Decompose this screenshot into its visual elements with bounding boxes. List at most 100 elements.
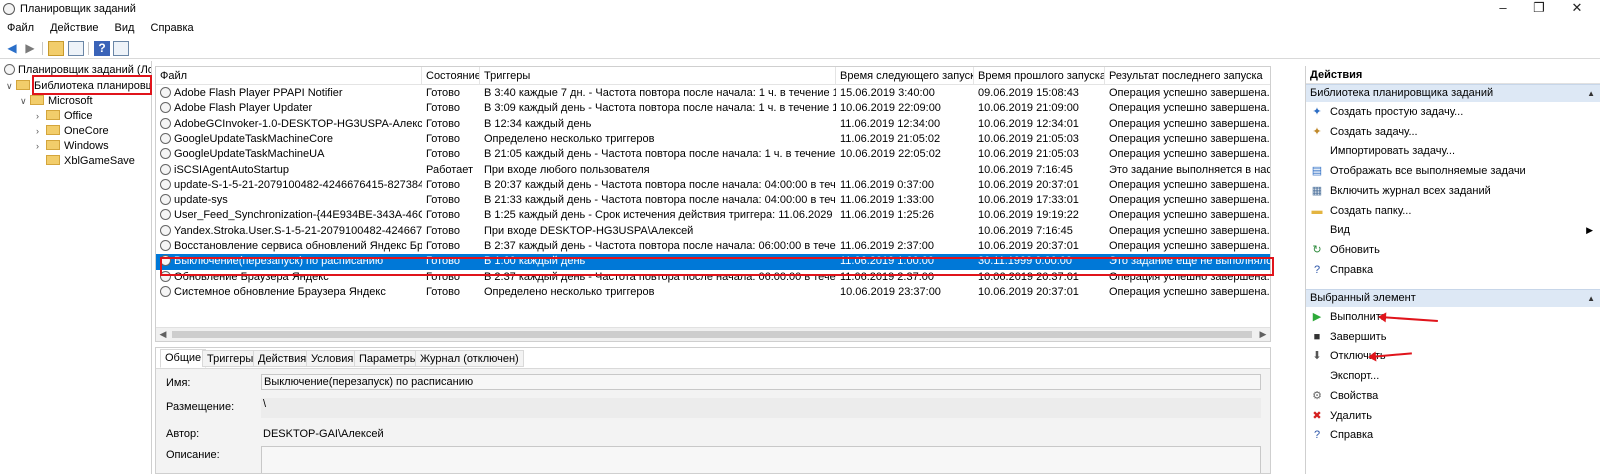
scroll-left-arrow-icon[interactable]: ◀ bbox=[156, 328, 170, 341]
task-next-run-cell: 10.06.2019 22:09:00 bbox=[840, 102, 941, 115]
up-folder-icon[interactable] bbox=[48, 41, 64, 56]
library-action-6[interactable]: Вид ▶ bbox=[1306, 220, 1600, 240]
column-header-last-result[interactable]: Результат последнего запуска bbox=[1105, 67, 1270, 85]
task-name-cell: GoogleUpdateTaskMachineUA bbox=[156, 147, 422, 162]
column-header-last-run[interactable]: Время прошлого запуска bbox=[974, 67, 1105, 85]
running-tasks-icon: ▤ bbox=[1311, 165, 1323, 178]
library-action-0[interactable]: ✦ Создать простую задачу... bbox=[1306, 102, 1600, 122]
collapse-icon[interactable]: ∨ bbox=[20, 94, 30, 109]
task-state-cell: Работает bbox=[426, 163, 474, 176]
tree-item-library[interactable]: ∨ Библиотека планировщ bbox=[6, 79, 151, 94]
task-state-cell: Готово bbox=[426, 270, 460, 283]
forward-arrow-icon[interactable]: ▶ bbox=[22, 41, 38, 56]
column-header-triggers[interactable]: Триггеры bbox=[480, 67, 836, 85]
horizontal-scrollbar[interactable]: ◀ ▶ bbox=[156, 327, 1270, 341]
tab-conditions[interactable]: Условия bbox=[306, 350, 359, 367]
collapse-icon[interactable]: ∨ bbox=[6, 79, 16, 94]
navigation-tree: Планировщик заданий (Ло ∨ Библиотека план… bbox=[0, 61, 152, 474]
table-row[interactable]: update-sys Готово В 21:33 каждый день - Ча… bbox=[156, 193, 1270, 208]
selected-item-header-label: Выбранный элемент bbox=[1310, 292, 1416, 304]
table-row[interactable]: Обновление Браузера Яндекс Готово В 2:37 к… bbox=[156, 270, 1270, 285]
library-action-3[interactable]: ▤ Отображать все выполняемые задачи bbox=[1306, 161, 1600, 181]
back-arrow-icon[interactable]: ◀ bbox=[4, 41, 20, 56]
task-next-run-cell: 11.06.2019 1:00:00 bbox=[840, 255, 934, 268]
menu-action[interactable]: Действие bbox=[43, 20, 104, 36]
library-action-4[interactable]: ▦ Включить журнал всех заданий bbox=[1306, 181, 1600, 201]
table-row[interactable]: Adobe Flash Player Updater Готово В 3:09 к… bbox=[156, 101, 1270, 116]
library-action-label: Вид bbox=[1330, 224, 1350, 237]
expand-icon[interactable]: › bbox=[36, 109, 46, 124]
expand-icon[interactable]: › bbox=[36, 139, 46, 154]
library-action-label: Импортировать задачу... bbox=[1330, 145, 1456, 158]
tab-triggers[interactable]: Триггеры bbox=[202, 350, 259, 367]
tree-item-microsoft-label: Microsoft bbox=[48, 95, 93, 107]
table-row[interactable]: AdobeGCInvoker-1.0-DESKTOP-HG3USPA-Алекс… bbox=[156, 117, 1270, 132]
scroll-right-arrow-icon[interactable]: ▶ bbox=[1256, 328, 1270, 341]
selected-action-4[interactable]: ⚙ Свойства bbox=[1306, 386, 1600, 406]
show-hide-action-pane-icon[interactable] bbox=[113, 41, 129, 56]
task-last-run-cell: 10.06.2019 7:16:45 bbox=[978, 224, 1073, 237]
tab-history[interactable]: Журнал (отключен) bbox=[415, 350, 524, 367]
selected-action-0[interactable]: ▶ Выполнить bbox=[1306, 307, 1600, 327]
table-row[interactable]: User_Feed_Synchronization-{44E934BE-343A… bbox=[156, 208, 1270, 223]
task-last-result-cell: Операция успешно завершена. (0x0) bbox=[1109, 117, 1270, 130]
table-row[interactable]: Восстановление сервиса обновлений Яндекс… bbox=[156, 239, 1270, 254]
table-row[interactable]: Yandex.Stroka.User.S-1-5-21-2079100482-4… bbox=[156, 224, 1270, 239]
task-name-cell: Обновление Браузера Яндекс bbox=[156, 270, 422, 285]
task-clock-icon bbox=[160, 240, 171, 251]
selected-item-header[interactable]: Выбранный элемент ▲ bbox=[1306, 289, 1600, 307]
tree-item-xblgamesave[interactable]: XblGameSave bbox=[36, 154, 135, 169]
table-row[interactable]: Adobe Flash Player PPAPI Notifier Готово В… bbox=[156, 86, 1270, 101]
column-header-next-run[interactable]: Время следующего запуска bbox=[836, 67, 974, 85]
table-row[interactable]: Выключение(перезапуск) по расписанию Гото… bbox=[156, 254, 1270, 270]
library-action-7[interactable]: ↻ Обновить bbox=[1306, 240, 1600, 260]
selected-action-label: Завершить bbox=[1330, 330, 1387, 343]
task-state-cell: Готово bbox=[426, 224, 460, 237]
tab-general[interactable]: Общие bbox=[160, 349, 207, 368]
selected-action-5[interactable]: ✖ Удалить bbox=[1306, 406, 1600, 426]
task-clock-icon bbox=[160, 285, 171, 297]
table-row[interactable]: Системное обновление Браузера Яндекс Гото… bbox=[156, 285, 1270, 300]
library-action-1[interactable]: ✦ Создать задачу... bbox=[1306, 122, 1600, 142]
tree-item-office[interactable]: › Office bbox=[36, 109, 93, 124]
column-header-state[interactable]: Состояние bbox=[422, 67, 480, 85]
selected-action-3[interactable]: Экспорт... bbox=[1306, 366, 1600, 386]
tree-item-onecore[interactable]: › OneCore bbox=[36, 124, 109, 139]
menu-file[interactable]: Файл bbox=[0, 20, 40, 36]
library-actions-header[interactable]: Библиотека планировщика заданий ▲ bbox=[1306, 84, 1600, 102]
menu-help[interactable]: Справка bbox=[144, 20, 200, 36]
table-row[interactable]: update-S-1-5-21-2079100482-4246676415-82… bbox=[156, 178, 1270, 193]
table-row[interactable]: GoogleUpdateTaskMachineCore Готово Определ… bbox=[156, 132, 1270, 147]
show-hide-tree-icon[interactable] bbox=[68, 41, 84, 56]
task-next-run-cell: 11.06.2019 2:37:00 bbox=[840, 240, 934, 252]
selected-action-2[interactable]: ⬇ Отключить bbox=[1306, 346, 1600, 366]
table-row[interactable]: GoogleUpdateTaskMachineUA Готово В 21:05 к… bbox=[156, 147, 1270, 162]
help-icon: ? bbox=[1313, 429, 1321, 442]
expand-icon[interactable]: › bbox=[36, 124, 46, 139]
help-icon[interactable]: ? bbox=[94, 41, 110, 56]
tree-item-microsoft[interactable]: ∨ Microsoft bbox=[20, 94, 93, 109]
task-last-result-cell: Операция успешно завершена. (0x0) bbox=[1109, 224, 1270, 237]
close-button[interactable]: ✕ bbox=[1554, 0, 1600, 18]
tree-item-windows[interactable]: › Windows bbox=[36, 139, 109, 154]
tab-actions[interactable]: Действия bbox=[253, 350, 312, 367]
library-action-2[interactable]: Импортировать задачу... bbox=[1306, 141, 1600, 161]
tree-root[interactable]: Планировщик заданий (Ло bbox=[4, 63, 151, 78]
collapse-caret-icon[interactable]: ▲ bbox=[1587, 290, 1595, 307]
scrollbar-thumb[interactable] bbox=[172, 331, 1252, 338]
library-action-8[interactable]: ? Справка bbox=[1306, 260, 1600, 280]
library-action-label: Обновить bbox=[1330, 243, 1380, 256]
description-field[interactable] bbox=[261, 446, 1261, 473]
selected-action-1[interactable]: ■ Завершить bbox=[1306, 327, 1600, 347]
column-header-name[interactable]: Файл bbox=[156, 67, 422, 85]
name-field[interactable]: Выключение(перезапуск) по расписанию bbox=[261, 374, 1261, 390]
tab-settings[interactable]: Параметры bbox=[354, 350, 423, 367]
collapse-caret-icon[interactable]: ▲ bbox=[1587, 85, 1595, 102]
menu-view[interactable]: Вид bbox=[108, 20, 141, 36]
task-last-run-cell: 10.06.2019 21:09:00 bbox=[978, 102, 1079, 115]
selected-action-6[interactable]: ? Справка bbox=[1306, 425, 1600, 445]
library-action-5[interactable]: ▬ Создать папку... bbox=[1306, 201, 1600, 221]
task-last-run-cell: 10.06.2019 21:05:03 bbox=[978, 148, 1079, 161]
task-last-result-cell: Операция успешно завершена. (0x0) bbox=[1109, 270, 1270, 283]
table-row[interactable]: iSCSIAgentAutoStartup Работает При входе л… bbox=[156, 163, 1270, 178]
